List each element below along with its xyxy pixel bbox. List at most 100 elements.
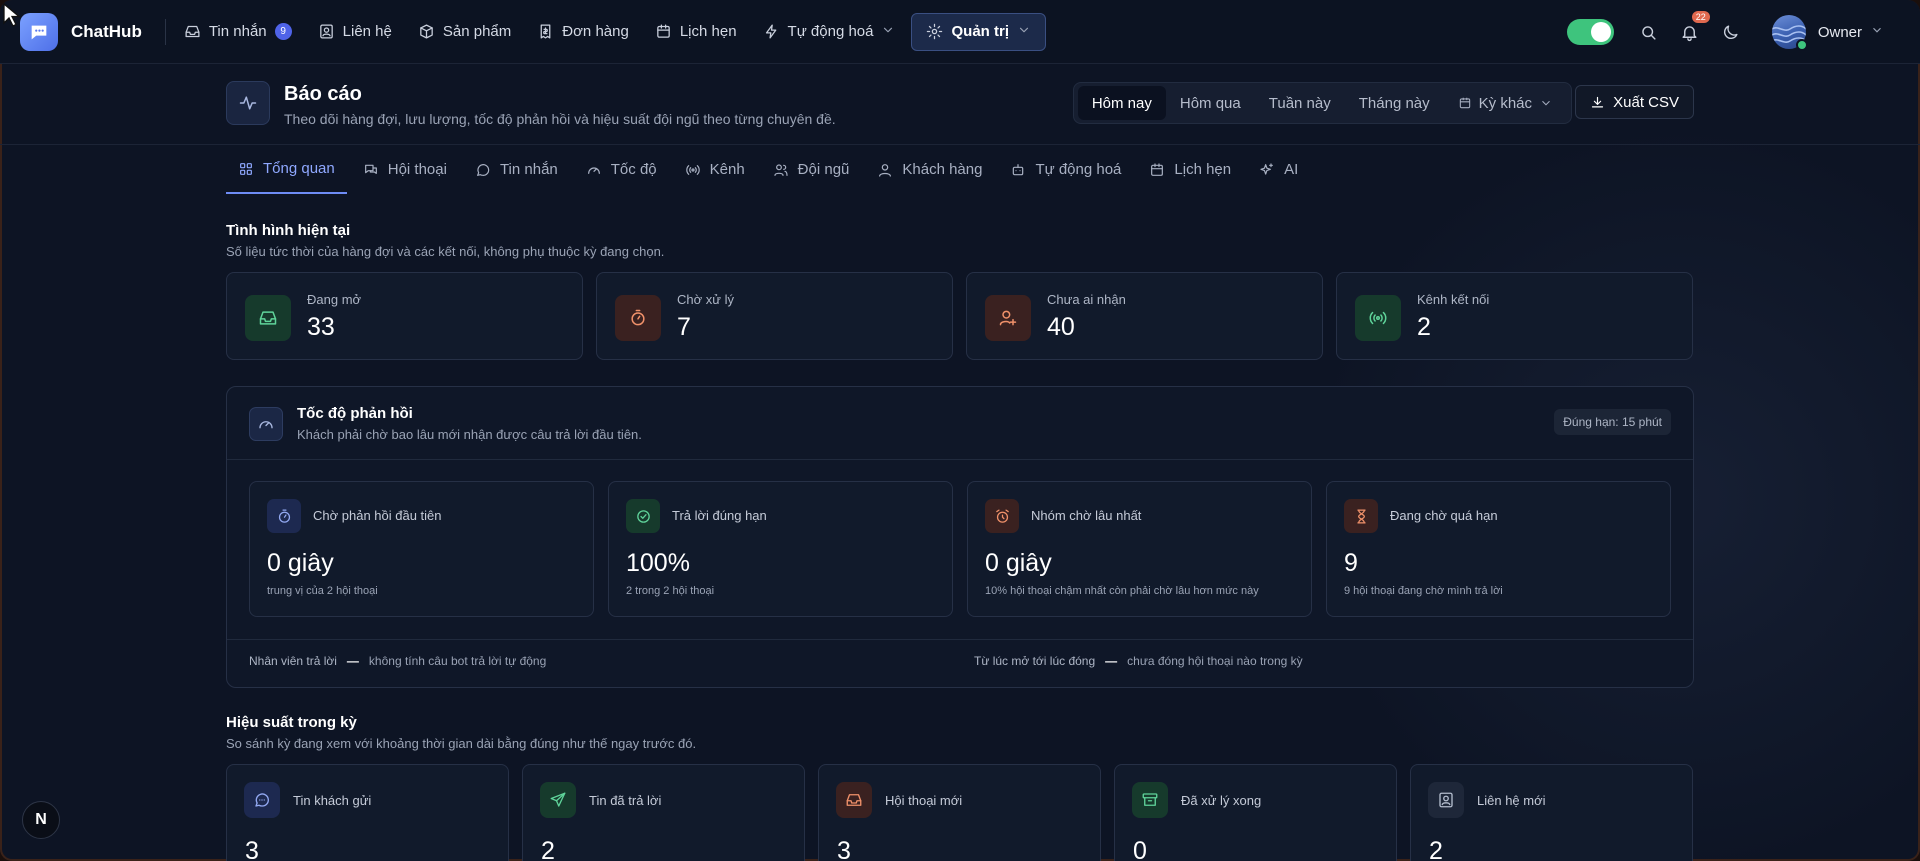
availability-toggle[interactable] (1566, 19, 1614, 45)
page-subtitle: Theo dõi hàng đợi, lưu lượng, tốc độ phả… (284, 111, 836, 127)
calendar-icon (657, 24, 670, 38)
top-navbar: ChatHub Tin nhắn 9 Liên hệ Sản phẩm Đơn … (0, 0, 1920, 64)
performance-title: Hiệu suất trong kỳ (226, 714, 357, 731)
footer-note: không tính câu bot trả lời tự động (368, 654, 547, 668)
online-status-dot (1795, 39, 1808, 51)
download-icon (1592, 96, 1604, 107)
metric-overdue[interactable]: Đang chờ quá hạn 9 9 hội thoại đang chờ … (1326, 481, 1671, 617)
metric-label: Đang chờ quá hạn (1390, 508, 1498, 523)
page-title: Báo cáo (284, 83, 362, 105)
tab-label: AI (1284, 161, 1299, 178)
inbox-icon (185, 25, 200, 38)
app-window: ChatHub Tin nhắn 9 Liên hệ Sản phẩm Đơn … (0, 0, 1920, 861)
tab-channels[interactable]: Kênh (673, 145, 757, 194)
chevron-down-icon[interactable] (1870, 23, 1884, 42)
moon-icon (1724, 24, 1738, 39)
user-name[interactable]: Owner (1818, 24, 1862, 41)
stat-value: 2 (1417, 313, 1431, 341)
metric-value: 0 giây (985, 549, 1052, 577)
sparkles-icon (1260, 162, 1274, 175)
stat-value: 7 (677, 313, 691, 341)
performance-subtitle: So sánh kỳ đang xem với khoảng thời gian… (226, 736, 697, 751)
tab-ai[interactable]: AI (1247, 145, 1310, 194)
dev-tools-button[interactable]: N (22, 801, 60, 839)
panel-divider (227, 459, 1693, 460)
footer-label: Nhân viên trả lời (249, 654, 337, 668)
bot-icon (1013, 163, 1024, 175)
nav-orders[interactable]: Đơn hàng (537, 13, 629, 51)
chat-bubbles-icon (364, 164, 377, 174)
metric-on-time[interactable]: Trả lời đúng hạn 100% 2 trong 2 hội thoạ… (608, 481, 953, 617)
sla-badge: Đúng hạn: 15 phút (1554, 409, 1671, 435)
bolt-icon (765, 24, 776, 39)
app-logo[interactable] (20, 12, 58, 51)
range-yesterday[interactable]: Hôm qua (1166, 86, 1255, 120)
stat-channels[interactable]: Kênh kết nối 2 (1336, 272, 1693, 360)
metric-first-response[interactable]: Chờ phản hồi đầu tiên 0 giây trung vị củ… (249, 481, 594, 617)
metric-note: trung vị của 2 hội thoại (267, 585, 378, 597)
date-range-selector: Hôm nay Hôm qua Tuần này Tháng này Kỳ kh… (1072, 82, 1572, 124)
range-this-month[interactable]: Tháng này (1345, 86, 1444, 120)
alarm-clock-icon (985, 499, 1019, 533)
nav-messages[interactable]: Tin nhắn 9 (184, 13, 292, 51)
perf-value: 2 (541, 837, 555, 861)
range-custom[interactable]: Kỳ khác (1444, 86, 1567, 120)
perf-resolved[interactable]: Đã xử lý xong 0 (1114, 764, 1397, 861)
footer-value: — (346, 654, 359, 668)
tab-customers[interactable]: Khách hàng (865, 145, 994, 194)
notifications-button[interactable]: 22 (1678, 11, 1710, 44)
search-icon (1642, 25, 1656, 40)
nav-products[interactable]: Sản phẩm (418, 13, 511, 51)
metric-label: Trả lời đúng hạn (672, 508, 767, 523)
activity-icon (226, 81, 270, 125)
page-header: Báo cáo Theo dõi hàng đợi, lưu lượng, tố… (226, 81, 1694, 137)
grid-icon (240, 162, 252, 175)
response-speed-panel: Tốc độ phản hồi Khách phải chờ bao lâu m… (226, 386, 1694, 688)
footer-label: Từ lúc mở tới lúc đóng (974, 654, 1096, 668)
stat-value: 40 (1047, 313, 1075, 341)
message-circle-icon (244, 782, 280, 818)
tab-conversations[interactable]: Hội thoại (351, 145, 459, 194)
search-button[interactable] (1637, 20, 1661, 44)
user-icon (879, 163, 892, 177)
open-to-close-stat: Từ lúc mở tới lúc đóng — chưa đóng hội t… (974, 654, 1303, 668)
stopwatch-icon (267, 499, 301, 533)
range-today[interactable]: Hôm nay (1077, 86, 1166, 120)
metric-longest-wait[interactable]: Nhóm chờ lâu nhất 0 giây 10% hội thoại c… (967, 481, 1312, 617)
perf-replied-messages[interactable]: Tin đã trả lời 2 (522, 764, 805, 861)
perf-label: Hội thoại mới (885, 793, 963, 808)
tab-team[interactable]: Đội ngũ (761, 145, 862, 194)
tab-overview[interactable]: Tổng quan (226, 145, 347, 194)
panel-divider (227, 639, 1693, 640)
tab-label: Tổng quan (263, 160, 335, 177)
tab-speed[interactable]: Tốc độ (574, 145, 669, 194)
nav-label: Lịch hẹn (679, 23, 737, 40)
range-this-week[interactable]: Tuần này (1255, 86, 1345, 120)
nav-label: Đơn hàng (562, 23, 629, 40)
theme-toggle-button[interactable] (1719, 20, 1743, 44)
stat-open[interactable]: Đang mở 33 (226, 272, 583, 360)
perf-value: 2 (1429, 837, 1443, 861)
tab-appointments[interactable]: Lịch hẹn (1137, 145, 1243, 194)
stat-label: Kênh kết nối (1417, 292, 1490, 307)
export-csv-button[interactable]: Xuất CSV (1575, 85, 1694, 119)
range-custom-label: Kỳ khác (1478, 94, 1532, 112)
stat-unassigned[interactable]: Chưa ai nhận 40 (966, 272, 1323, 360)
nav-admin[interactable]: Quản trị (911, 12, 1046, 51)
tab-label: Hội thoại (387, 161, 447, 178)
nav-automation[interactable]: Tự động hoá (763, 13, 896, 51)
perf-new-contacts[interactable]: Liên hệ mới 2 (1410, 764, 1693, 861)
stat-pending[interactable]: Chờ xử lý 7 (596, 272, 953, 360)
contact-card-icon (1428, 782, 1464, 818)
send-icon (540, 782, 576, 818)
tab-messages[interactable]: Tin nhắn (463, 145, 570, 194)
tab-automation[interactable]: Tự động hoá (998, 145, 1133, 194)
user-avatar[interactable] (1771, 15, 1808, 51)
nav-contacts[interactable]: Liên hệ (318, 13, 392, 51)
perf-customer-messages[interactable]: Tin khách gửi 3 (226, 764, 509, 861)
report-tabs: Tổng quan Hội thoại Tin nhắn Tốc độ Kênh… (226, 145, 1314, 195)
perf-new-conversations[interactable]: Hội thoại mới 3 (818, 764, 1101, 861)
nav-appointments[interactable]: Lịch hẹn (655, 13, 737, 51)
gear-icon (927, 23, 943, 40)
tab-label: Lịch hẹn (1174, 161, 1232, 178)
